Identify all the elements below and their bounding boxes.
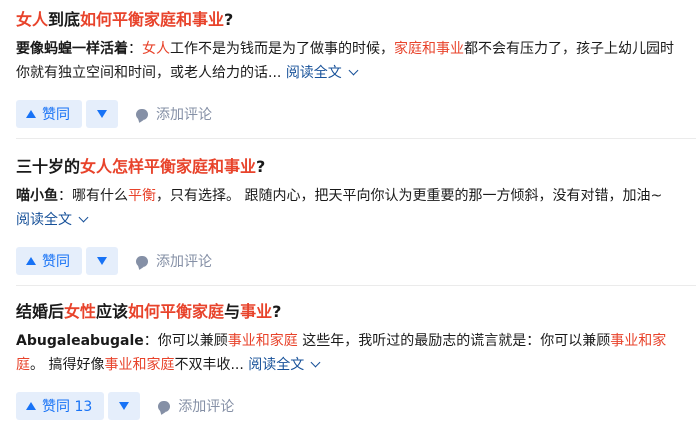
comment-icon — [136, 108, 148, 120]
text-segment: ? — [272, 302, 282, 321]
question-title[interactable]: 女人到底如何平衡家庭和事业? — [16, 8, 680, 32]
upvote-button[interactable]: 赞同 — [16, 247, 82, 275]
comment-icon — [136, 255, 148, 267]
author-separator: ： — [128, 41, 142, 57]
text-segment: 不双丰收... — [174, 357, 249, 373]
author-name[interactable]: 要像蚂蝗一样活着 — [16, 41, 128, 57]
text-segment: 与 — [224, 302, 241, 321]
read-more-label: 阅读全文 — [285, 65, 342, 81]
comment-icon — [158, 400, 171, 412]
add-comment-button[interactable]: 添加评论 — [136, 251, 212, 271]
text-segment: 哪有什么 — [72, 188, 128, 204]
divider — [16, 138, 696, 139]
upvote-label: 赞同 — [42, 254, 70, 270]
chevron-down-icon — [78, 212, 89, 223]
upvote-label: 赞同 — [42, 107, 70, 123]
text-segment: 工作不是为钱而是为了做事的时候， — [170, 41, 394, 57]
highlight-text: 女人 — [142, 41, 170, 57]
text-segment: 到底 — [48, 10, 81, 29]
upvote-button[interactable]: 赞同 — [16, 100, 82, 128]
text-segment: 。 搞得好像 — [30, 357, 105, 373]
upvote-label: 赞同 13 — [42, 399, 93, 415]
author-separator: ： — [58, 188, 72, 204]
answer-excerpt[interactable]: 要像蚂蝗一样活着：女人工作不是为钱而是为了做事的时候，家庭和事业都不会有压力了，… — [16, 37, 680, 85]
upvote-icon — [26, 257, 36, 265]
divider — [16, 285, 696, 286]
text-segment: 三十岁的 — [16, 157, 81, 176]
question-title[interactable]: 三十岁的女人怎样平衡家庭和事业? — [16, 155, 680, 179]
author-name[interactable]: 喵小鱼 — [16, 188, 58, 204]
highlight-text: 女人怎样平衡家庭和事业 — [80, 157, 257, 176]
answer-list: 女人到底如何平衡家庭和事业? 要像蚂蝗一样活着：女人工作不是为钱而是为了做事的时候… — [0, 0, 696, 421]
downvote-button[interactable] — [86, 100, 118, 128]
text-segment: ? — [224, 10, 234, 29]
highlight-text: 女性 — [64, 302, 97, 321]
add-comment-label: 添加评论 — [178, 399, 235, 415]
highlight-text: 女人 — [16, 10, 49, 29]
action-bar: 赞同 13 添加评论 — [16, 391, 680, 421]
highlight-text: 如何平衡家庭 — [128, 302, 225, 321]
action-bar: 赞同 添加评论 — [16, 99, 680, 129]
upvote-button[interactable]: 赞同 13 — [16, 392, 105, 420]
downvote-icon — [97, 257, 107, 265]
highlight-text: 平衡 — [128, 188, 156, 204]
read-more-link[interactable]: 阅读全文 — [16, 212, 89, 228]
text-segment: 结婚后 — [16, 302, 65, 321]
answer-excerpt[interactable]: 喵小鱼：哪有什么平衡，只有选择。 跟随内心，把天平向你认为更重要的那一方倾斜，没… — [16, 184, 680, 232]
downvote-icon — [119, 402, 130, 410]
read-more-link[interactable]: 阅读全文 — [285, 65, 359, 81]
highlight-text: 家庭和事业 — [394, 41, 464, 57]
text-segment: 这些年，我听过的最励志的谎言就是：你可以兼顾 — [297, 333, 611, 349]
chevron-down-icon — [310, 357, 321, 368]
downvote-button[interactable] — [86, 247, 118, 275]
downvote-icon — [97, 110, 107, 118]
add-comment-label: 添加评论 — [156, 254, 212, 270]
add-comment-label: 添加评论 — [156, 107, 212, 123]
highlight-text: 事业和家庭 — [227, 333, 298, 349]
answer-item: 女人到底如何平衡家庭和事业? 要像蚂蝗一样活着：女人工作不是为钱而是为了做事的时候… — [16, 8, 680, 129]
highlight-text: 事业和家庭 — [104, 357, 175, 373]
read-more-link[interactable]: 阅读全文 — [248, 357, 321, 373]
upvote-icon — [26, 402, 36, 410]
highlight-text: 如何平衡家庭和事业 — [80, 10, 225, 29]
upvote-icon — [26, 110, 36, 118]
add-comment-button[interactable]: 添加评论 — [136, 104, 212, 124]
read-more-label: 阅读全文 — [248, 357, 305, 373]
answer-excerpt[interactable]: Abugaleabugale：你可以兼顾事业和家庭 这些年，我听过的最励志的谎言… — [16, 329, 680, 377]
question-title[interactable]: 结婚后女性应该如何平衡家庭与事业? — [16, 300, 680, 324]
author-name[interactable]: Abugaleabugale — [16, 333, 144, 349]
text-segment: 你可以兼顾 — [157, 333, 228, 349]
answer-item: 结婚后女性应该如何平衡家庭与事业? Abugaleabugale：你可以兼顾事业和… — [16, 300, 680, 421]
downvote-button[interactable] — [108, 392, 141, 420]
text-segment: ? — [256, 157, 266, 176]
text-segment: ，只有选择。 跟随内心，把天平向你认为更重要的那一方倾斜，没有对错，加油~ — [156, 188, 663, 204]
add-comment-button[interactable]: 添加评论 — [158, 396, 234, 416]
highlight-text: 事业 — [240, 302, 273, 321]
read-more-label: 阅读全文 — [16, 212, 72, 228]
author-separator: ： — [143, 333, 158, 349]
chevron-down-icon — [348, 65, 359, 76]
answer-item: 三十岁的女人怎样平衡家庭和事业? 喵小鱼：哪有什么平衡，只有选择。 跟随内心，把天… — [16, 155, 680, 276]
action-bar: 赞同 添加评论 — [16, 246, 680, 276]
text-segment: 应该 — [96, 302, 129, 321]
